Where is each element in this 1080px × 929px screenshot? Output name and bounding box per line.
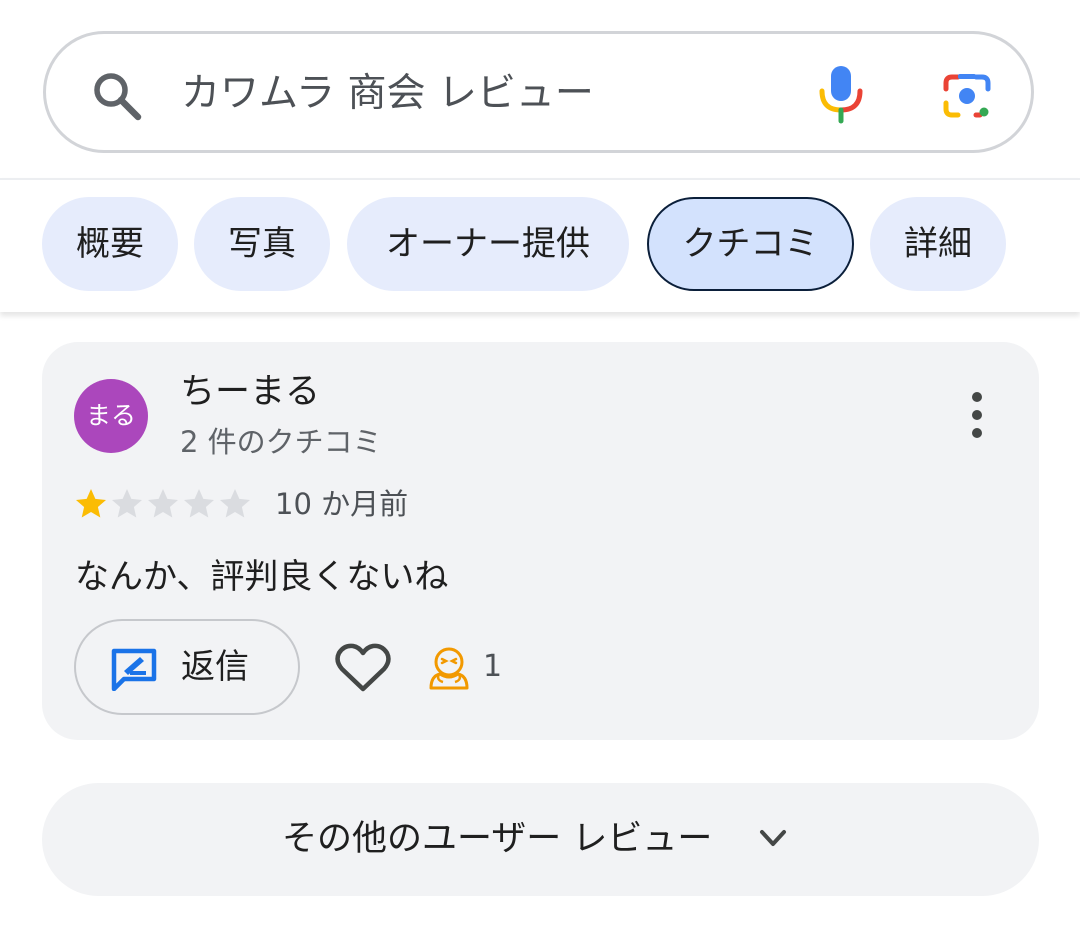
reply-icon — [111, 648, 157, 691]
reviewer-review-count: 2 件のクチコミ — [180, 425, 382, 459]
chevron-down-icon — [760, 830, 786, 846]
search-input[interactable]: カワムラ 商会 レビュー — [181, 64, 594, 124]
more-reviews-label: その他のユーザー レビュー — [282, 819, 713, 859]
reply-label: 返信 — [181, 647, 249, 687]
tab-owner-provided[interactable]: オーナー提供 — [347, 197, 629, 291]
tab-reviews[interactable]: クチコミ — [647, 197, 854, 291]
rating-row: 10 か月前 — [73, 482, 408, 526]
tab-photos[interactable]: 写真 — [194, 197, 330, 291]
review-card: まる ちーまる 2 件のクチコミ 10 か月前 なんか、評判良くないね 返信 1 — [42, 342, 1039, 740]
search-icon[interactable] — [90, 69, 144, 123]
lens-icon[interactable] — [940, 69, 994, 123]
review-date: 10 か月前 — [275, 487, 409, 521]
tab-details[interactable]: 詳細 — [870, 197, 1006, 291]
reviewer-name[interactable]: ちーまる — [180, 370, 320, 414]
more-options-icon[interactable] — [962, 390, 992, 440]
more-reviews-button[interactable]: その他のユーザー レビュー — [42, 783, 1039, 896]
star-icon — [112, 489, 142, 518]
tab-overview[interactable]: 概要 — [42, 197, 178, 291]
search-bar[interactable]: カワムラ 商会 レビュー — [43, 31, 1034, 153]
review-text: なんか、評判良くないね — [75, 557, 449, 597]
star-icon — [76, 489, 106, 518]
heart-icon[interactable] — [334, 642, 392, 694]
reply-button[interactable]: 返信 — [74, 619, 300, 715]
reaction-count: 1 — [483, 649, 503, 684]
tabs-bar: 概要 写真 オーナー提供 クチコミ 詳細 — [0, 178, 1080, 312]
mic-icon[interactable] — [816, 64, 866, 124]
reaction-icon[interactable] — [426, 644, 472, 690]
avatar[interactable]: まる — [74, 379, 148, 453]
star-icon — [220, 489, 250, 518]
star-icon — [148, 489, 178, 518]
star-icon — [184, 489, 214, 518]
